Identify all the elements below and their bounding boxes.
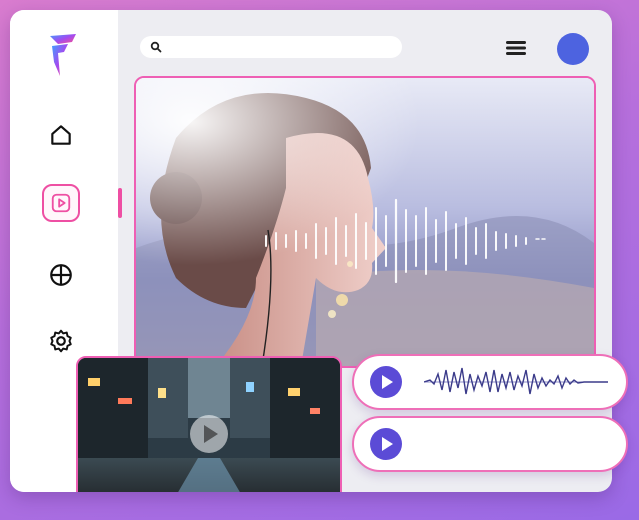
search-icon	[150, 41, 162, 53]
audio-waveform-outline	[424, 367, 608, 395]
gear-icon	[50, 329, 72, 353]
sidebar-item-analytics[interactable]	[42, 256, 80, 294]
pie-chart-icon	[50, 264, 72, 286]
app-logo-icon	[50, 34, 76, 76]
hamburger-menu-icon[interactable]	[504, 38, 528, 58]
avatar[interactable]	[557, 33, 589, 65]
sidebar-item-videos[interactable]	[42, 184, 80, 222]
audio-track-2[interactable]	[352, 416, 628, 472]
search-input[interactable]	[166, 37, 402, 57]
home-icon	[51, 125, 71, 145]
play-square-icon	[51, 193, 71, 213]
audio-waveform-bars	[427, 427, 589, 461]
sidebar-item-home[interactable]	[42, 116, 80, 154]
play-icon[interactable]	[370, 366, 402, 398]
search-bar[interactable]	[140, 36, 402, 58]
video-thumbnail-street[interactable]	[76, 356, 342, 492]
hero-image-woman-profile	[134, 76, 596, 368]
active-indicator	[118, 188, 122, 218]
play-icon[interactable]	[370, 428, 402, 460]
audio-track-1[interactable]	[352, 354, 628, 410]
sidebar-item-settings[interactable]	[42, 322, 80, 360]
